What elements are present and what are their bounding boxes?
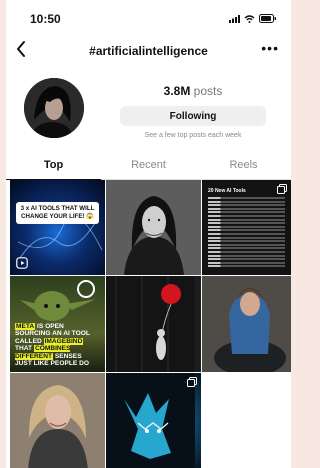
content-tabs: Top Recent Reels bbox=[6, 150, 291, 180]
post-thumbnail[interactable] bbox=[106, 180, 201, 275]
hashtag-avatar[interactable] bbox=[24, 78, 84, 138]
neon-wolf-image bbox=[106, 373, 195, 468]
phone-screen: 10:50 #artificialintelligence ••• 3.8M p… bbox=[6, 0, 291, 468]
carousel-icon bbox=[187, 377, 197, 387]
bw-portrait-image bbox=[106, 180, 201, 275]
post-banner-text: 3 x AI TOOLS THAT WILL CHANGE YOUR LIFE!… bbox=[16, 202, 99, 224]
top-posts-hint: See a few top posts each week bbox=[144, 132, 242, 139]
ai-tools-list-title: 20 New AI Tools bbox=[208, 188, 246, 194]
tab-top[interactable]: Top bbox=[6, 150, 101, 180]
post-thumbnail[interactable]: META IS OPEN SOURCING AN AI TOOL CALLED … bbox=[10, 276, 105, 372]
signal-icon bbox=[229, 14, 240, 23]
motorcycle-woman-image bbox=[202, 276, 291, 372]
post-thumbnail[interactable] bbox=[106, 276, 201, 372]
portrait-woman-image bbox=[10, 373, 105, 468]
battery-icon bbox=[259, 14, 276, 23]
balloon-art-image bbox=[106, 276, 195, 372]
more-options-icon[interactable]: ••• bbox=[261, 40, 279, 56]
post-headline: META IS OPEN SOURCING AN AI TOOL CALLED … bbox=[15, 323, 90, 367]
hashtag-stats: 3.8M posts Following See a few top posts… bbox=[118, 84, 268, 139]
tab-recent[interactable]: Recent bbox=[101, 150, 196, 179]
top-nav: #artificialintelligence ••• bbox=[6, 38, 291, 66]
post-thumbnail[interactable] bbox=[10, 373, 105, 468]
carousel-icon bbox=[277, 184, 287, 194]
tab-reels[interactable]: Reels bbox=[196, 150, 291, 179]
posts-grid: 3 x AI TOOLS THAT WILL CHANGE YOUR LIFE!… bbox=[10, 180, 291, 468]
status-time: 10:50 bbox=[30, 12, 61, 26]
post-thumbnail[interactable] bbox=[202, 276, 291, 372]
reel-icon bbox=[16, 257, 28, 269]
posts-count: 3.8M bbox=[163, 84, 191, 98]
page-title: #artificialintelligence bbox=[89, 44, 208, 58]
avatar-portrait-image bbox=[24, 78, 84, 138]
post-thumbnail[interactable]: 3 x AI TOOLS THAT WILL CHANGE YOUR LIFE!… bbox=[10, 180, 105, 275]
posts-count-line: 3.8M posts bbox=[118, 84, 268, 98]
wifi-icon bbox=[244, 14, 255, 23]
posts-label: posts bbox=[193, 84, 223, 98]
post-thumbnail[interactable] bbox=[106, 373, 201, 468]
status-bar: 10:50 bbox=[6, 8, 291, 32]
post-thumbnail[interactable]: 20 New AI Tools bbox=[202, 180, 291, 275]
system-icons bbox=[229, 14, 277, 23]
following-button[interactable]: Following bbox=[120, 106, 266, 126]
